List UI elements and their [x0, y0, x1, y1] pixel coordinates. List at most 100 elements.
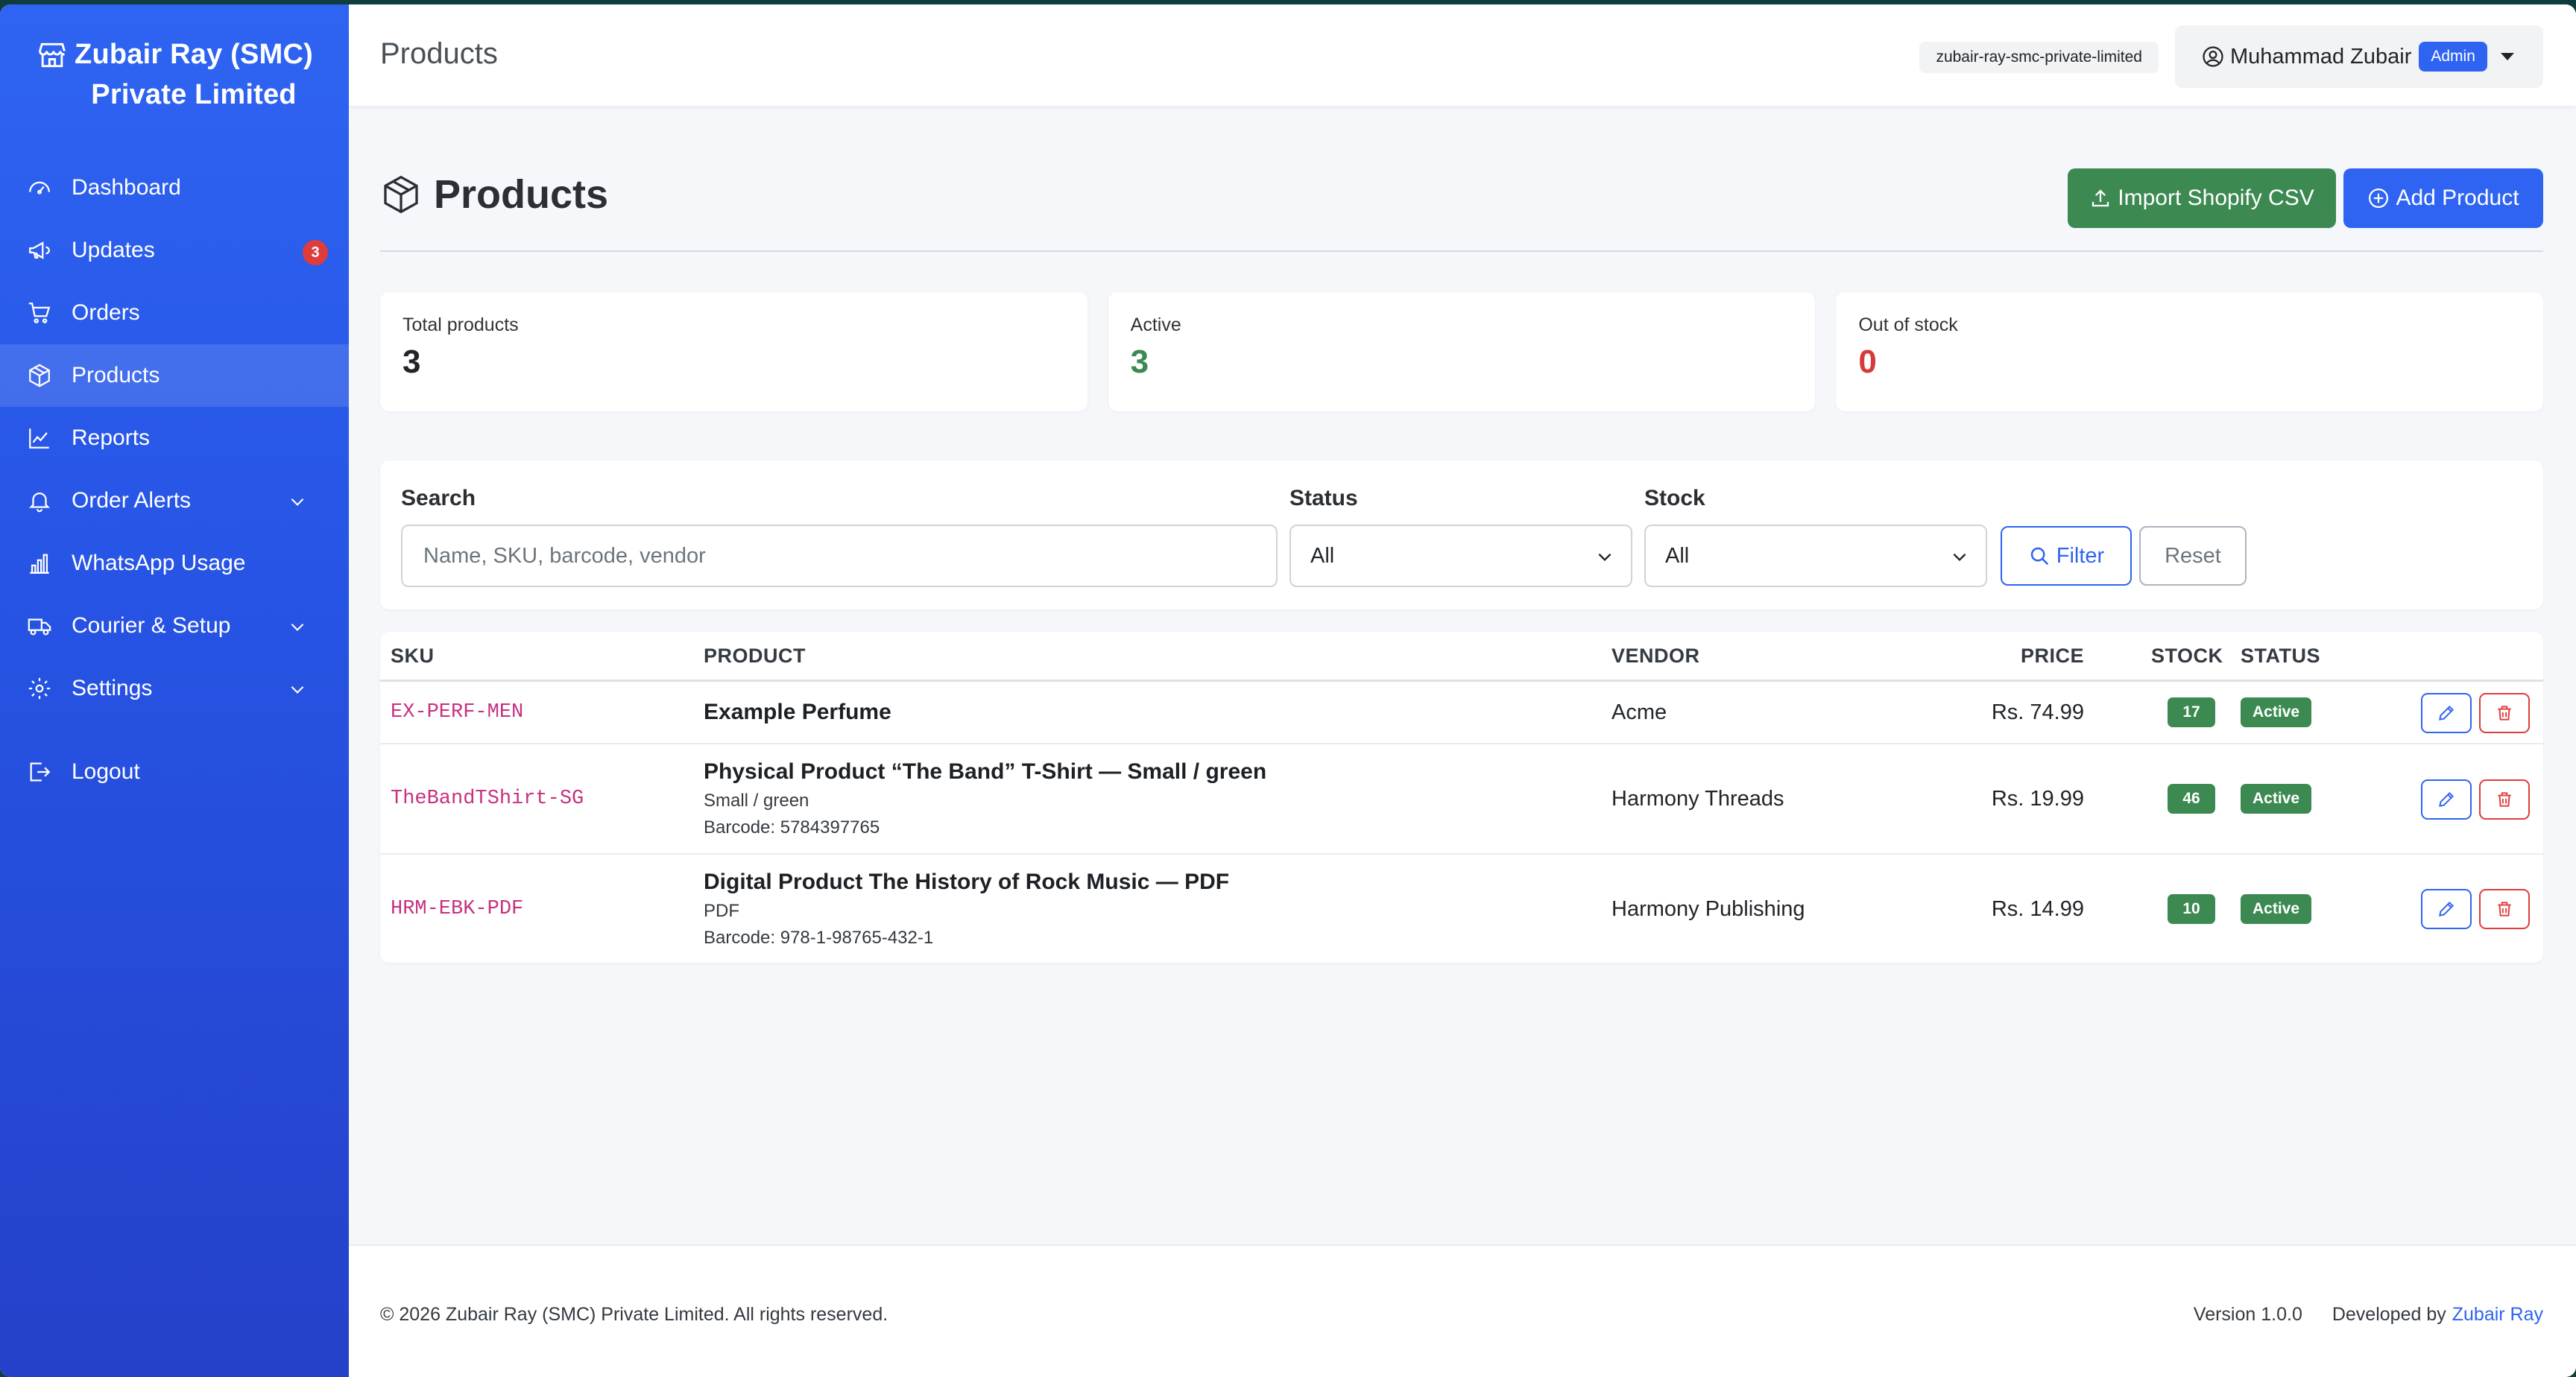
product-name: Example Perfume	[704, 700, 891, 724]
user-name: Muhammad Zubair	[2230, 44, 2412, 69]
gear-icon	[28, 677, 51, 700]
table-row[interactable]: TheBandTShirt-SG Physical Product “The B…	[380, 744, 2543, 855]
copyright-text: © 2026 Zubair Ray (SMC) Private Limited.…	[380, 1304, 888, 1325]
row-status: Active	[2241, 682, 2312, 743]
bell-icon	[28, 493, 51, 513]
row-vendor: Harmony Publishing	[1611, 896, 1805, 921]
sidebar-item-label: Updates	[72, 238, 155, 262]
search-input[interactable]	[401, 525, 1278, 587]
status-select[interactable]: All	[1289, 525, 1632, 587]
app-window: Zubair Ray (SMC) Private Limited Dashboa…	[0, 4, 2576, 1377]
row-price: Rs. 74.99	[1991, 700, 2084, 724]
pencil-icon	[2439, 705, 2455, 721]
delete-button[interactable]	[2479, 889, 2530, 929]
sidebar-item-logout[interactable]: Logout	[0, 741, 349, 803]
edit-button[interactable]	[2421, 693, 2472, 733]
sidebar-item-orders[interactable]: Orders	[0, 282, 349, 344]
sidebar-item-label: Courier & Setup	[72, 613, 231, 638]
sidebar-item-label: Order Alerts	[72, 488, 192, 513]
search-label: Search	[401, 486, 476, 510]
developed-by-text: Developed by	[2332, 1304, 2446, 1325]
chevron-down-icon	[1598, 553, 1611, 562]
footer: © 2026 Zubair Ray (SMC) Private Limited.…	[349, 1244, 2576, 1377]
page-title-row: Products	[380, 171, 608, 218]
edit-button[interactable]	[2421, 779, 2472, 820]
stock-badge: 10	[2168, 894, 2215, 924]
user-menu[interactable]: Muhammad Zubair Admin	[2175, 25, 2543, 88]
sidebar-item-courier-setup[interactable]: Courier & Setup	[0, 595, 349, 657]
tenant-slug: zubair-ray-smc-private-limited	[1919, 42, 2159, 73]
brand-name: Zubair Ray (SMC) Private Limited	[75, 39, 313, 110]
megaphone-icon	[29, 241, 50, 259]
topbar: Products zubair-ray-smc-private-limited …	[349, 4, 2576, 106]
developer-link[interactable]: Zubair Ray	[2452, 1304, 2543, 1326]
import-shopify-csv-button[interactable]: Import Shopify CSV	[2068, 168, 2336, 228]
product-variant: PDF	[704, 901, 739, 921]
chevron-down-icon[interactable]	[288, 492, 307, 511]
status-badge: Active	[2241, 697, 2312, 727]
table-row[interactable]: HRM-EBK-PDF Digital Product The History …	[380, 855, 2543, 963]
column-header-sku[interactable]: SKU	[391, 632, 435, 680]
row-stock: 10	[2168, 855, 2215, 963]
row-product: Physical Product “The Band” T-Shirt — Sm…	[704, 744, 1266, 853]
delete-button[interactable]	[2479, 779, 2530, 820]
column-header-status[interactable]: STATUS	[2241, 632, 2320, 680]
trash-icon	[2498, 706, 2511, 721]
trash-icon	[2498, 792, 2511, 807]
sidebar-item-order-alerts[interactable]: Order Alerts	[0, 469, 349, 532]
stat-label: Active	[1130, 314, 1181, 335]
row-status: Active	[2241, 744, 2312, 853]
status-select-value: All	[1310, 543, 1335, 568]
filter-panel: Search Status All Stock All Filter Reset	[380, 460, 2543, 610]
title-divider	[380, 250, 2543, 252]
sidebar-item-whatsapp-usage[interactable]: WhatsApp Usage	[0, 532, 349, 595]
version-text: Version 1.0.0	[2193, 1304, 2302, 1325]
plus-circle-icon	[2369, 189, 2389, 208]
row-status: Active	[2241, 855, 2312, 963]
reset-button[interactable]: Reset	[2139, 526, 2247, 586]
sidebar-item-label: Products	[72, 363, 160, 387]
role-badge: Admin	[2419, 42, 2487, 72]
column-header-product[interactable]: PRODUCT	[704, 632, 806, 680]
column-header-vendor[interactable]: VENDOR	[1611, 632, 1700, 680]
sidebar-item-settings[interactable]: Settings	[0, 657, 349, 720]
add-product-button[interactable]: Add Product	[2343, 168, 2543, 228]
stat-label: Out of stock	[1858, 314, 1958, 335]
stat-value: 0	[1858, 344, 1877, 380]
stat-out-of-stock: Out of stock 0	[1836, 292, 2544, 411]
caret-down-icon[interactable]	[2500, 53, 2514, 60]
chevron-down-icon[interactable]	[288, 617, 307, 636]
brand[interactable]: Zubair Ray (SMC) Private Limited	[0, 4, 349, 110]
column-header-price[interactable]: PRICE	[2020, 632, 2084, 680]
table-row[interactable]: EX-PERF-MEN Example Perfume Acme Rs. 74.…	[380, 682, 2543, 744]
product-barcode: Barcode: 978-1-98765-432-1	[704, 928, 934, 948]
edit-button[interactable]	[2421, 889, 2472, 929]
sidebar-item-products[interactable]: Products	[0, 344, 349, 407]
trash-icon	[2498, 902, 2511, 917]
add-label: Add Product	[2396, 186, 2519, 210]
sidebar-item-reports[interactable]: Reports	[0, 407, 349, 469]
stock-badge: 17	[2168, 697, 2215, 727]
box-icon	[29, 364, 50, 387]
row-sku: TheBandTShirt-SG	[391, 788, 584, 810]
topbar-title: Products	[380, 37, 498, 70]
pencil-icon	[2439, 791, 2455, 807]
stat-value: 3	[402, 344, 421, 380]
column-header-stock[interactable]: STOCK	[2151, 632, 2223, 680]
sidebar-item-dashboard[interactable]: Dashboard	[0, 156, 349, 219]
delete-button[interactable]	[2479, 693, 2530, 733]
line-chart-icon	[29, 428, 49, 449]
user-circle-icon	[2203, 46, 2223, 67]
sidebar-item-updates[interactable]: Updates 3	[0, 219, 349, 282]
status-badge: Active	[2241, 894, 2312, 924]
import-label: Import Shopify CSV	[2118, 186, 2314, 210]
truck-icon	[28, 618, 51, 636]
main-content: Products Import Shopify CSV Add Product …	[349, 106, 2576, 1377]
sidebar-item-label: Logout	[72, 759, 140, 784]
stock-badge: 46	[2168, 784, 2215, 814]
filter-button[interactable]: Filter	[2001, 526, 2132, 586]
row-stock: 46	[2168, 744, 2215, 853]
logout-icon	[30, 762, 51, 782]
chevron-down-icon[interactable]	[288, 680, 307, 699]
stock-select[interactable]: All	[1644, 525, 1987, 587]
